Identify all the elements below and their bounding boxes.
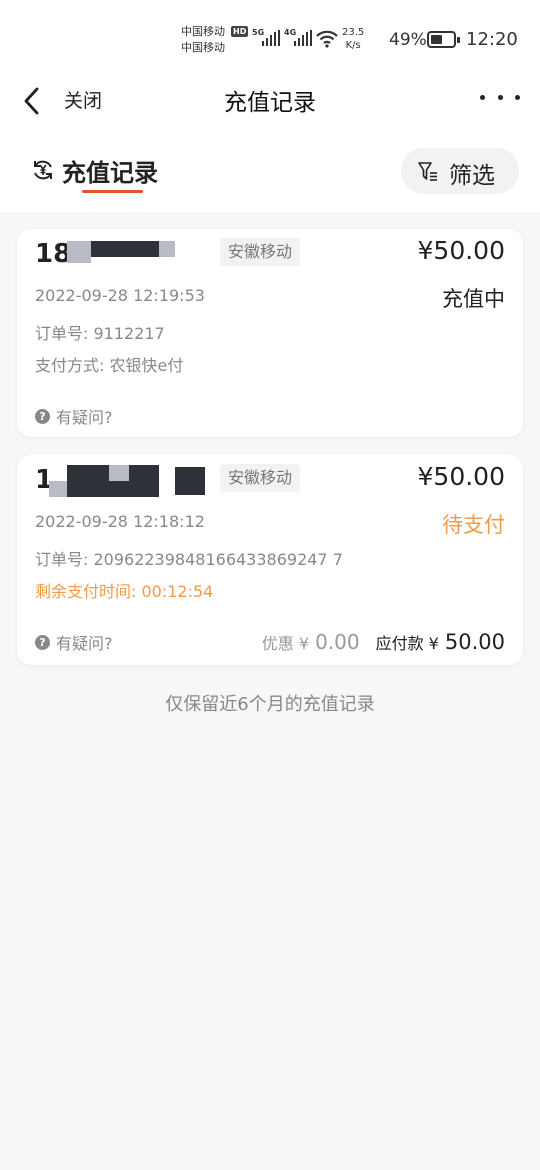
order-number: 订单号: 9112217 (35, 324, 165, 343)
recharge-amount: ¥50.00 (417, 236, 505, 265)
remaining-pay-time: 剩余支付时间: 00:12:54 (35, 582, 214, 601)
phone-redaction (159, 241, 175, 257)
funnel-icon (418, 162, 437, 181)
recharge-record-card[interactable]: 1 安徽移动 ¥50.00 2022-09-28 12:18:12 待支付 订单… (17, 455, 523, 665)
carrier-line-2: 中国移动 (181, 41, 225, 54)
carrier-tag: 安徽移动 (220, 238, 301, 266)
network-speed-value: 23.5 (342, 27, 365, 38)
carrier-line-1: 中国移动 (181, 25, 225, 38)
question-icon: ? (35, 408, 50, 424)
carrier-info: 中国移动 中国移动 (181, 24, 225, 56)
tab-active-indicator (82, 190, 143, 193)
amount-due-label: 应付款 ¥ (375, 634, 439, 653)
tab-recharge-records[interactable]: 充值记录 (62, 153, 158, 188)
payment-method: 支付方式: 农银快e付 (35, 356, 184, 375)
carrier-tag: 安徽移动 (220, 464, 301, 492)
record-time: 2022-09-28 12:18:12 (35, 512, 205, 531)
page-title: 充值记录 (224, 90, 316, 116)
amount-due-value: 50.00 (444, 630, 505, 654)
help-link[interactable]: ? 有疑问? (35, 404, 113, 428)
more-dots-icon[interactable] (480, 92, 520, 102)
phone-redaction (91, 241, 161, 257)
status-label: 充值中 (442, 287, 505, 311)
recharge-record-card[interactable]: 18 安徽移动 ¥50.00 2022-09-28 12:19:53 充值中 订… (17, 229, 523, 437)
filter-label: 筛选 (449, 163, 495, 189)
tab-header: 充值记录 筛选 (0, 136, 540, 212)
help-link[interactable]: ? 有疑问? (35, 630, 113, 654)
battery-icon (427, 31, 460, 48)
battery-percent: 49% (389, 30, 427, 50)
network-speed-unit: K/s (345, 40, 361, 51)
nav-bar: 关闭 充值记录 (0, 80, 540, 136)
clock: 12:20 (466, 29, 518, 50)
phone-redaction (49, 481, 67, 497)
discount-value: 0.00 (315, 630, 360, 654)
phone-number: 18 (35, 239, 72, 269)
record-time: 2022-09-28 12:19:53 (35, 286, 205, 305)
phone-redaction (175, 467, 205, 495)
payment-summary: 优惠 ¥ 0.00 应付款 ¥ 50.00 (262, 630, 505, 654)
retention-note: 仅保留近6个月的充值记录 (165, 694, 375, 715)
yuan-refresh-icon (34, 160, 52, 180)
hd-badge: HD (231, 26, 249, 37)
filter-button[interactable]: 筛选 (401, 148, 519, 194)
recharge-amount: ¥50.00 (417, 462, 505, 491)
status-bar: 中国移动 中国移动 HD 5G 4G 23.5 K/s 49% 12:20 (0, 0, 540, 80)
phone-redaction (67, 241, 91, 263)
network-speed: 23.5 K/s (342, 26, 364, 52)
order-number: 订单号: 20962239848166433869247 7 (35, 550, 343, 569)
question-icon: ? (35, 634, 50, 650)
status-label: 待支付 (442, 513, 505, 537)
help-label: 有疑问? (56, 634, 113, 653)
phone-redaction (109, 465, 129, 481)
help-label: 有疑问? (56, 408, 113, 427)
wifi-icon (316, 30, 338, 48)
discount-label: 优惠 ¥ (261, 634, 310, 653)
